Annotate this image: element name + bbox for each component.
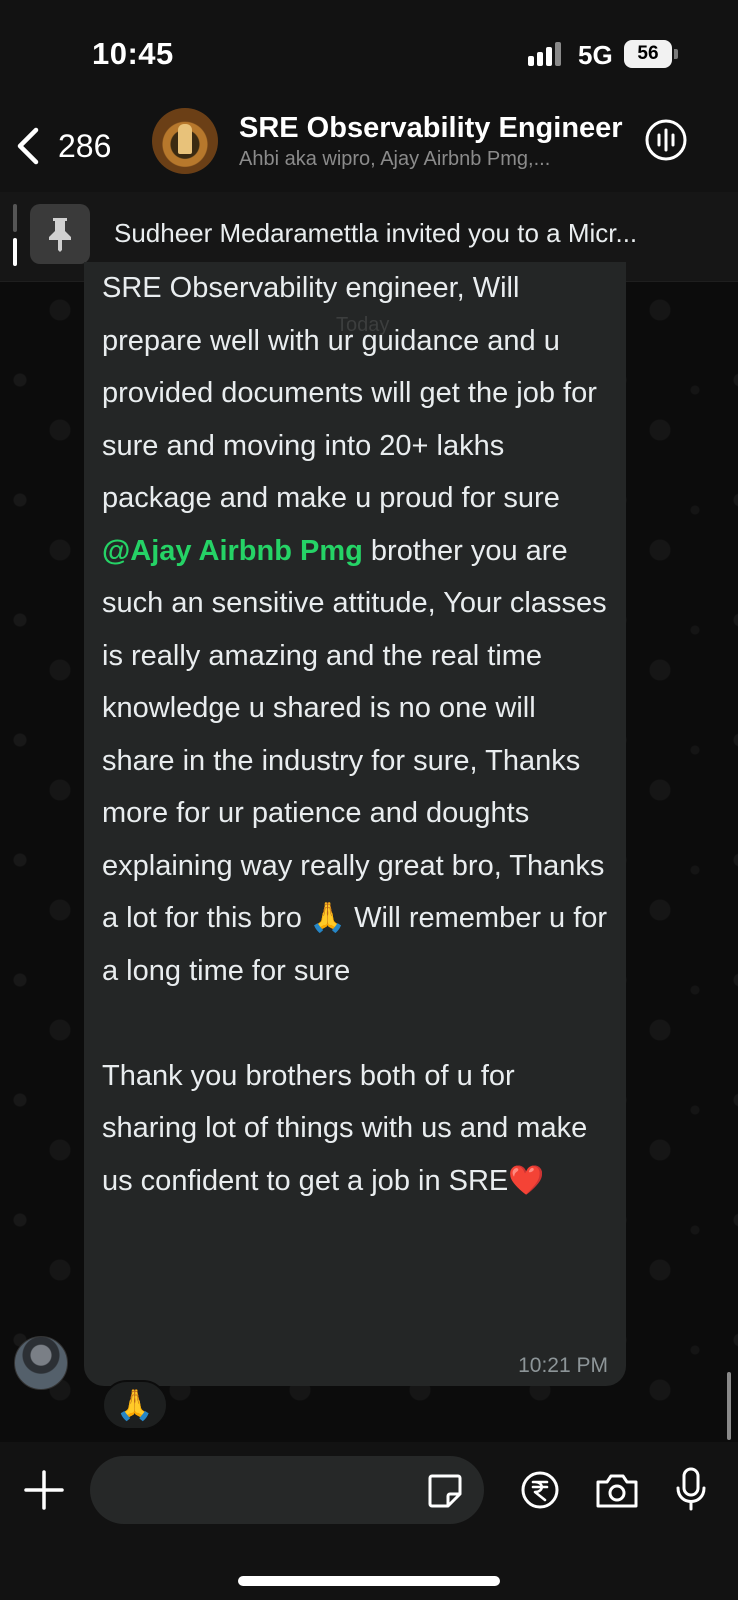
mention-link[interactable]: @Ajay Airbnb Pmg [102, 535, 363, 567]
pin-indicator [13, 204, 17, 268]
chat-header: 286 SRE Observability Engineer Ahbi aka … [0, 100, 738, 192]
camera-icon[interactable] [594, 1472, 640, 1510]
status-bar: 10:45 5G 56 [0, 0, 738, 100]
signal-icon [528, 42, 568, 66]
pinned-message-text: Sudheer Medaramettla invited you to a Mi… [114, 218, 638, 248]
battery-cap [674, 49, 678, 59]
message-input[interactable] [90, 1456, 484, 1524]
message-paragraph-1: SRE Observability engineer, Will prepare… [102, 272, 605, 514]
scrollbar-thumb[interactable] [727, 1372, 731, 1440]
message-paragraph-2: brother you are such an sensitive attitu… [102, 534, 616, 987]
pin-icon [49, 218, 71, 252]
pin-icon-box [30, 204, 90, 264]
sticker-icon[interactable] [426, 1472, 464, 1510]
plus-icon[interactable] [22, 1468, 66, 1512]
voice-chat-icon[interactable] [644, 118, 688, 162]
battery-icon: 56 [624, 40, 672, 68]
sender-avatar[interactable] [14, 1336, 68, 1390]
message-timestamp: 10:21 PM [518, 1354, 608, 1377]
message-text: SRE Observability engineer, Will prepare… [102, 262, 614, 1207]
group-title[interactable]: SRE Observability Engineer [239, 112, 623, 145]
home-indicator [238, 1576, 500, 1586]
microphone-icon[interactable] [674, 1466, 708, 1512]
message-bubble[interactable]: SRE Observability engineer, Will prepare… [84, 262, 626, 1386]
date-pill: Today [336, 314, 390, 336]
group-members[interactable]: Ahbi aka wipro, Ajay Airbnb Pmg,... [239, 148, 550, 171]
back-button[interactable]: 286 [14, 118, 111, 174]
message-reaction[interactable]: 🙏 [102, 1380, 168, 1430]
chevron-left-icon [17, 127, 39, 165]
group-avatar[interactable] [152, 108, 218, 174]
network-type: 5G [578, 40, 613, 70]
message-paragraph-3: Thank you brothers both of u for sharing… [102, 1059, 596, 1197]
message-composer [0, 1442, 738, 1600]
status-time: 10:45 [92, 36, 174, 71]
rupee-icon[interactable] [520, 1470, 560, 1510]
unread-count: 286 [58, 127, 112, 164]
